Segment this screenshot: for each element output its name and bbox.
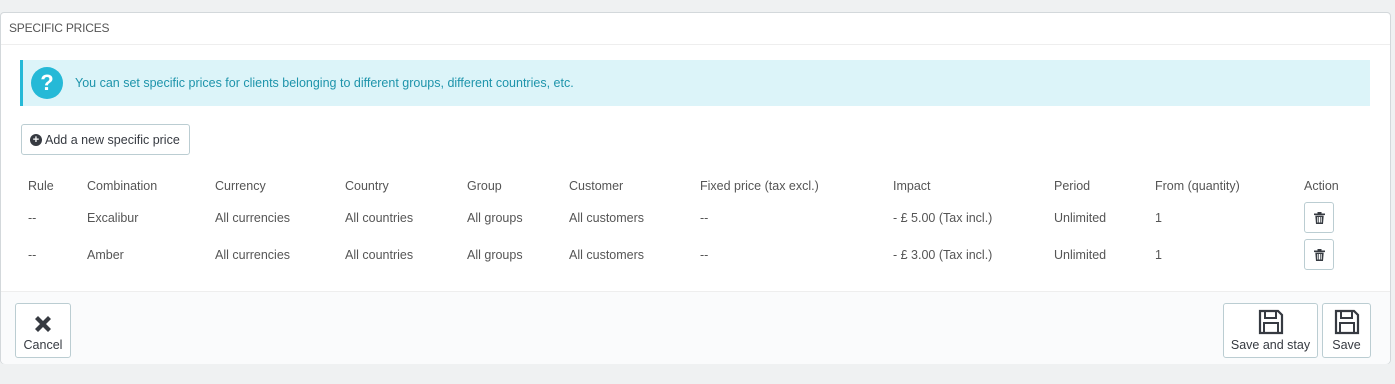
add-specific-price-button[interactable]: + Add a new specific price bbox=[21, 124, 190, 155]
cancel-button[interactable]: Cancel bbox=[15, 303, 71, 358]
cell-fixed-price: -- bbox=[700, 210, 709, 225]
cell-currency: All currencies bbox=[215, 210, 291, 225]
close-icon bbox=[35, 316, 51, 332]
specific-prices-panel: SPECIFIC PRICES ? You can set specific p… bbox=[0, 12, 1391, 364]
cell-from-quantity: 1 bbox=[1155, 247, 1162, 262]
trash-icon bbox=[1313, 248, 1325, 261]
question-icon: ? bbox=[31, 67, 63, 99]
save-label: Save bbox=[1332, 338, 1361, 352]
cell-country: All countries bbox=[345, 210, 414, 225]
cell-group: All groups bbox=[467, 247, 523, 262]
plus-circle-icon: + bbox=[30, 133, 42, 146]
panel-title: SPECIFIC PRICES bbox=[1, 13, 1390, 45]
table-row: -- Excalibur All currencies All countrie… bbox=[21, 199, 1371, 236]
cell-customer: All customers bbox=[569, 247, 645, 262]
cancel-label: Cancel bbox=[23, 338, 63, 352]
header-fixed-price: Fixed price (tax excl.) bbox=[700, 179, 819, 193]
header-group: Group bbox=[467, 179, 502, 193]
cell-rule: -- bbox=[28, 210, 37, 225]
alert-text: You can set specific prices for clients … bbox=[75, 76, 574, 90]
cell-action bbox=[1297, 236, 1371, 273]
cell-combination: Excalibur bbox=[87, 210, 139, 225]
table-header-row: Rule Combination Currency Country Group … bbox=[21, 173, 1371, 199]
trash-icon bbox=[1313, 211, 1325, 224]
header-period: Period bbox=[1054, 179, 1091, 193]
cell-impact: - £ 3.00 (Tax incl.) bbox=[893, 247, 993, 262]
save-icon bbox=[1258, 309, 1283, 335]
cell-rule: -- bbox=[28, 247, 37, 262]
header-currency: Currency bbox=[215, 179, 266, 193]
header-combination: Combination bbox=[87, 179, 158, 193]
cell-customer: All customers bbox=[569, 210, 645, 225]
header-rule: Rule bbox=[28, 179, 54, 193]
save-and-stay-button[interactable]: Save and stay bbox=[1223, 303, 1318, 358]
specific-prices-table: Rule Combination Currency Country Group … bbox=[21, 173, 1371, 273]
cell-fixed-price: -- bbox=[700, 247, 709, 262]
save-icon bbox=[1334, 309, 1359, 335]
panel-footer: Cancel Save and stay Save bbox=[1, 291, 1390, 364]
cell-combination: Amber bbox=[87, 247, 124, 262]
header-action: Action bbox=[1304, 179, 1339, 193]
header-country: Country bbox=[345, 179, 389, 193]
cell-period: Unlimited bbox=[1054, 247, 1107, 262]
table-row: -- Amber All currencies All countries Al… bbox=[21, 236, 1371, 273]
add-specific-price-label: Add a new specific price bbox=[45, 132, 180, 147]
cell-country: All countries bbox=[345, 247, 414, 262]
save-button[interactable]: Save bbox=[1322, 303, 1371, 358]
delete-button[interactable] bbox=[1304, 239, 1334, 270]
cell-impact: - £ 5.00 (Tax incl.) bbox=[893, 210, 993, 225]
delete-button[interactable] bbox=[1304, 202, 1334, 233]
cell-currency: All currencies bbox=[215, 247, 291, 262]
info-alert: ? You can set specific prices for client… bbox=[20, 60, 1370, 106]
header-customer: Customer bbox=[569, 179, 624, 193]
cell-group: All groups bbox=[467, 210, 523, 225]
save-and-stay-label: Save and stay bbox=[1230, 338, 1311, 352]
header-from-quantity: From (quantity) bbox=[1155, 179, 1240, 193]
cell-action bbox=[1297, 199, 1371, 236]
cell-period: Unlimited bbox=[1054, 210, 1107, 225]
cell-from-quantity: 1 bbox=[1155, 210, 1162, 225]
header-impact: Impact bbox=[893, 179, 931, 193]
